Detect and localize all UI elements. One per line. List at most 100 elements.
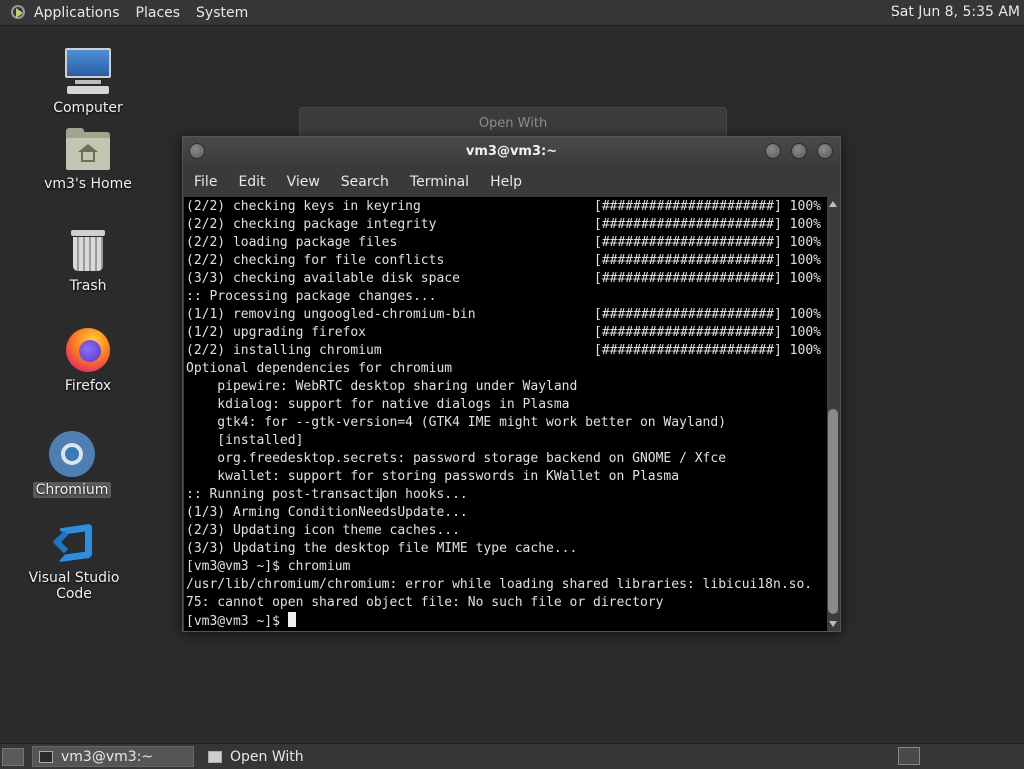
desktop-icon-chromium[interactable]: Chromium (12, 430, 132, 498)
terminal-line-text: :: Processing package changes... (186, 289, 437, 304)
terminal-titlebar[interactable]: vm3@vm3:~ (183, 137, 840, 167)
desktop-icon-label: Computer (53, 100, 123, 116)
terminal-line: (2/3) Updating icon theme caches... (186, 522, 828, 540)
terminal-line-text: (1/3) Arming ConditionNeedsUpdate... (186, 505, 468, 520)
terminal-line: gtk4: for --gtk-version=4 (GTK4 IME migh… (186, 414, 828, 432)
desktop-icon-label: Visual Studio Code (28, 570, 120, 602)
menu-search[interactable]: Search (341, 174, 389, 190)
desktop-icon-label: Chromium (32, 482, 112, 498)
terminal-line: kdialog: support for native dialogs in P… (186, 396, 828, 414)
scrollbar-thumb[interactable] (828, 409, 838, 614)
bottom-taskbar: vm3@vm3:~ Open With (0, 743, 1024, 769)
terminal-line: (3/3) checking available disk space [####… (186, 270, 828, 288)
progress-bar-text: [######################] 100% (594, 235, 821, 250)
workspace-switcher[interactable] (898, 747, 920, 765)
progress-bar-text: [######################] 100% (594, 271, 821, 286)
terminal-line: :: Running post-transaction hooks... (186, 486, 828, 504)
terminal-icon (39, 750, 53, 763)
terminal-line-text: 75: cannot open shared object file: No s… (186, 595, 664, 610)
terminal-line-text: (2/2) loading package files (186, 235, 398, 250)
terminal-line-text: (1/2) upgrading firefox (186, 325, 367, 340)
menu-help[interactable]: Help (490, 174, 522, 190)
terminal-line: kwallet: support for storing passwords i… (186, 468, 828, 486)
terminal-line: (1/2) upgrading firefox [################… (186, 324, 828, 342)
dialog-icon (208, 750, 222, 763)
terminal-line-text: (2/2) checking keys in keyring (186, 199, 421, 214)
terminal-line: 75: cannot open shared object file: No s… (186, 594, 828, 612)
terminal-line: /usr/lib/chromium/chromium: error while … (186, 576, 828, 594)
top-panel: Applications Places System Sat Jun 8, 5:… (0, 0, 1024, 26)
menu-view[interactable]: View (287, 174, 320, 190)
show-desktop-icon[interactable] (2, 747, 24, 766)
progress-bar-text: [######################] 100% (594, 253, 821, 268)
terminal-line-text: :: Running post-transaction hooks... (186, 487, 468, 502)
desktop-icon-computer[interactable]: Computer (28, 46, 148, 116)
terminal-line-text: (1/1) removing ungoogled-chromium-bin (186, 307, 476, 322)
terminal-line: (2/2) loading package files [############… (186, 234, 828, 252)
desktop-icon-vscode[interactable]: Visual Studio Code (14, 520, 134, 602)
places-menu[interactable]: Places (136, 5, 181, 21)
maximize-button[interactable] (791, 143, 807, 159)
system-menu[interactable]: System (196, 5, 248, 21)
terminal-line-text: Optional dependencies for chromium (186, 361, 453, 376)
terminal-line-text: (2/3) Updating icon theme caches... (186, 523, 460, 538)
window-title: vm3@vm3:~ (465, 144, 558, 159)
terminal-line-text: gtk4: for --gtk-version=4 (GTK4 IME migh… (186, 415, 727, 430)
terminal-line: pipewire: WebRTC desktop sharing under W… (186, 378, 828, 396)
desktop-icon-home[interactable]: vm3's Home (28, 128, 148, 192)
desktop-icon-trash[interactable]: Trash (28, 228, 148, 294)
firefox-icon (64, 326, 112, 374)
terminal-menubar: File Edit View Search Terminal Help (183, 167, 840, 197)
taskbar-item-open-with[interactable]: Open With (202, 746, 382, 767)
taskbar-item-terminal[interactable]: vm3@vm3:~ (32, 746, 194, 767)
terminal-line-text: (3/3) checking available disk space (186, 271, 460, 286)
terminal-prompt-line[interactable]: [vm3@vm3 ~]$ (186, 612, 828, 630)
mouse-ibeam-cursor (380, 488, 382, 502)
terminal-line: org.freedesktop.secrets: password storag… (186, 450, 828, 468)
clock[interactable]: Sat Jun 8, 5:35 AM (891, 4, 1020, 20)
progress-bar-text: [######################] 100% (594, 199, 821, 214)
minimize-button[interactable] (765, 143, 781, 159)
scroll-down-arrow-icon[interactable] (829, 621, 837, 627)
trash-icon (63, 228, 113, 274)
terminal-line-text: (2/2) checking for file conflicts (186, 253, 445, 268)
progress-bar-text: [######################] 100% (594, 325, 821, 340)
terminal-window[interactable]: vm3@vm3:~ File Edit View Search Terminal… (182, 136, 841, 632)
terminal-line-text: kdialog: support for native dialogs in P… (186, 397, 570, 412)
terminal-line-text: [vm3@vm3 ~]$ chromium (186, 559, 351, 574)
taskbar-item-label: Open With (230, 748, 304, 765)
distro-logo-icon[interactable] (10, 4, 28, 22)
menu-edit[interactable]: Edit (238, 174, 265, 190)
close-button[interactable] (817, 143, 833, 159)
terminal-line: (3/3) Updating the desktop file MIME typ… (186, 540, 828, 558)
chromium-icon (48, 430, 96, 478)
progress-bar-text: [######################] 100% (594, 217, 821, 232)
desktop-icon-firefox[interactable]: Firefox (28, 326, 148, 394)
home-folder-icon (64, 128, 112, 172)
terminal-line: (2/2) checking keys in keyring [#########… (186, 198, 828, 216)
terminal-line-text: kwallet: support for storing passwords i… (186, 469, 680, 484)
terminal-line: (1/1) removing ungoogled-chromium-bin [##… (186, 306, 828, 324)
menu-terminal[interactable]: Terminal (410, 174, 469, 190)
menu-file[interactable]: File (194, 174, 217, 190)
terminal-line: (1/3) Arming ConditionNeedsUpdate... (186, 504, 828, 522)
shell-prompt: [vm3@vm3 ~]$ (186, 614, 288, 629)
terminal-line: (2/2) checking package integrity [#######… (186, 216, 828, 234)
applications-menu[interactable]: Applications (34, 5, 120, 21)
terminal-line: (2/2) installing chromium [##############… (186, 342, 828, 360)
open-with-dialog-title: Open With (478, 116, 548, 131)
terminal-line: [installed] (186, 432, 828, 450)
terminal-scrollbar[interactable] (827, 197, 839, 631)
progress-bar-text: [######################] 100% (594, 307, 821, 322)
vscode-icon (50, 520, 98, 566)
desktop-icon-label: vm3's Home (44, 176, 132, 192)
computer-icon (63, 46, 113, 96)
desktop-icon-label: Trash (69, 278, 107, 294)
terminal-line: :: Processing package changes... (186, 288, 828, 306)
scroll-up-arrow-icon[interactable] (829, 201, 837, 207)
taskbar-item-label: vm3@vm3:~ (61, 748, 154, 765)
terminal-output[interactable]: (2/2) checking keys in keyring [#########… (184, 197, 828, 631)
desktop-icon-label: Firefox (64, 378, 112, 394)
progress-bar-text: [######################] 100% (594, 343, 821, 358)
terminal-line-text: [installed] (186, 433, 304, 448)
